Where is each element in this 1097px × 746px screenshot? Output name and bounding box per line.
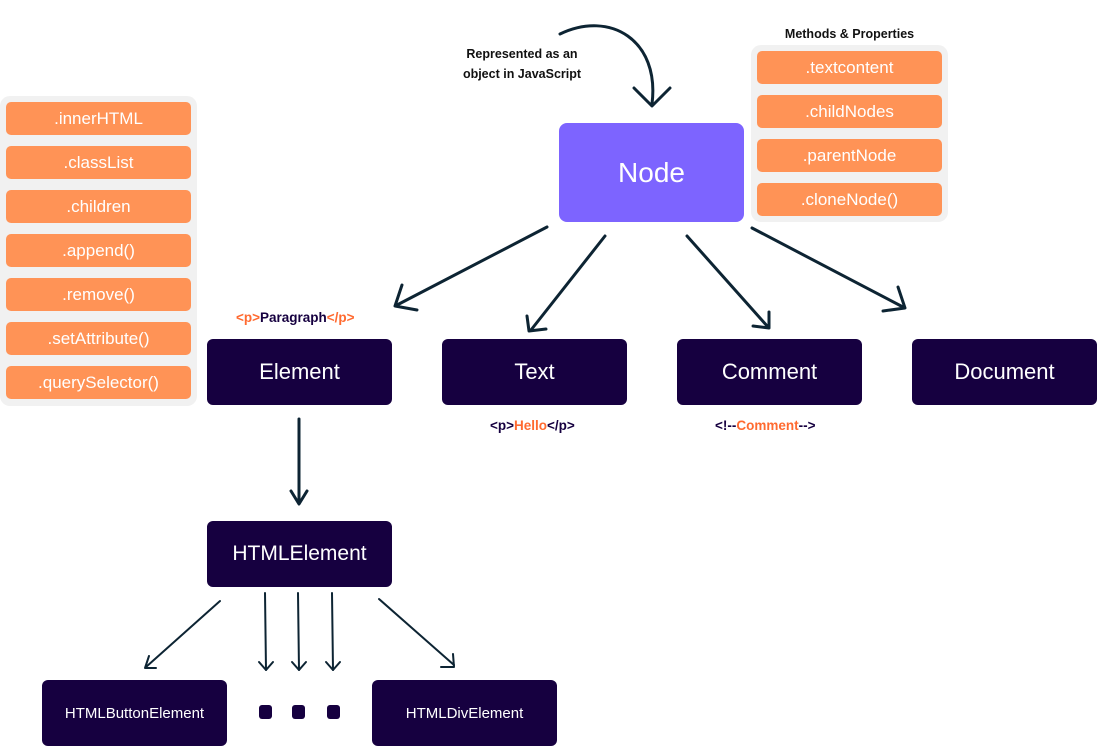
arrow-htmlelement-to-button: [145, 600, 221, 668]
document-label: Document: [954, 359, 1055, 384]
text-label: Text: [514, 359, 555, 384]
comment-example-open: <!--: [715, 418, 737, 433]
node-method-clonenode[interactable]: .cloneNode(): [757, 183, 942, 216]
node-methods-panel: .textcontent .childNodes .parentNode .cl…: [751, 45, 948, 222]
htmldivelement-label: HTMLDivElement: [405, 704, 524, 722]
comment-box[interactable]: Comment: [677, 339, 862, 405]
ellipsis-dot: [292, 705, 305, 719]
text-box[interactable]: Text: [442, 339, 627, 405]
node-method-textcontent[interactable]: .textcontent: [757, 51, 942, 84]
text-example-open: <p>: [490, 418, 515, 433]
element-box[interactable]: Element: [207, 339, 392, 405]
comment-example: <!--Comment-->: [715, 418, 816, 433]
text-example-close: </p>: [547, 418, 575, 433]
htmldivelement-box[interactable]: HTMLDivElement: [372, 680, 557, 746]
arrow-htmlelement-to-subtype-1: [264, 592, 267, 671]
element-example: <p>Paragraph</p>: [236, 310, 355, 325]
element-label: Element: [259, 359, 340, 384]
element-method-classlist[interactable]: .classList: [6, 146, 191, 179]
arrow-htmlelement-to-subtype-2: [297, 592, 300, 671]
annotation-text: Represented as an object in JavaScript: [452, 44, 592, 84]
element-example-content: Paragraph: [260, 310, 327, 325]
arrow-node-to-document: [750, 226, 905, 309]
node-box[interactable]: Node: [559, 123, 744, 222]
arrow-node-to-element: [395, 225, 549, 307]
htmlelement-label: HTMLElement: [232, 542, 367, 565]
element-method-append[interactable]: .append(): [6, 234, 191, 267]
text-example: <p>Hello</p>: [490, 418, 575, 433]
comment-example-content: Comment: [736, 418, 799, 433]
comment-example-close: -->: [798, 418, 816, 433]
ellipsis-dot: [327, 705, 340, 719]
text-example-content: Hello: [514, 418, 548, 433]
arrow-node-to-comment: [685, 234, 770, 329]
element-method-setattribute[interactable]: .setAttribute(): [6, 322, 191, 355]
htmlbuttonelement-box[interactable]: HTMLButtonElement: [42, 680, 227, 746]
htmlbuttonelement-label: HTMLButtonElement: [64, 704, 205, 722]
element-method-queryselector[interactable]: .querySelector(): [6, 366, 191, 399]
element-method-children[interactable]: .children: [6, 190, 191, 223]
element-method-remove[interactable]: .remove(): [6, 278, 191, 311]
arrow-htmlelement-to-div: [378, 598, 455, 666]
arrow-node-to-text: [529, 234, 607, 332]
ellipsis-dot: [259, 705, 272, 719]
annotation-line-1: Represented as an: [466, 47, 578, 61]
comment-label: Comment: [721, 359, 818, 384]
element-example-close: </p>: [326, 310, 355, 325]
node-label: Node: [618, 156, 685, 188]
node-method-parentnode[interactable]: .parentNode: [757, 139, 942, 172]
document-box[interactable]: Document: [912, 339, 1097, 405]
node-methods-title: Methods & Properties: [784, 27, 915, 41]
element-methods-panel: .innerHTML .classList .children .append(…: [0, 96, 197, 406]
annotation-line-2: object in JavaScript: [462, 67, 582, 81]
arrow-htmlelement-to-subtype-3: [331, 592, 334, 671]
node-method-childnodes[interactable]: .childNodes: [757, 95, 942, 128]
element-method-innerhtml[interactable]: .innerHTML: [6, 102, 191, 135]
element-example-open: <p>: [236, 310, 261, 325]
htmlelement-box[interactable]: HTMLElement: [207, 521, 392, 587]
